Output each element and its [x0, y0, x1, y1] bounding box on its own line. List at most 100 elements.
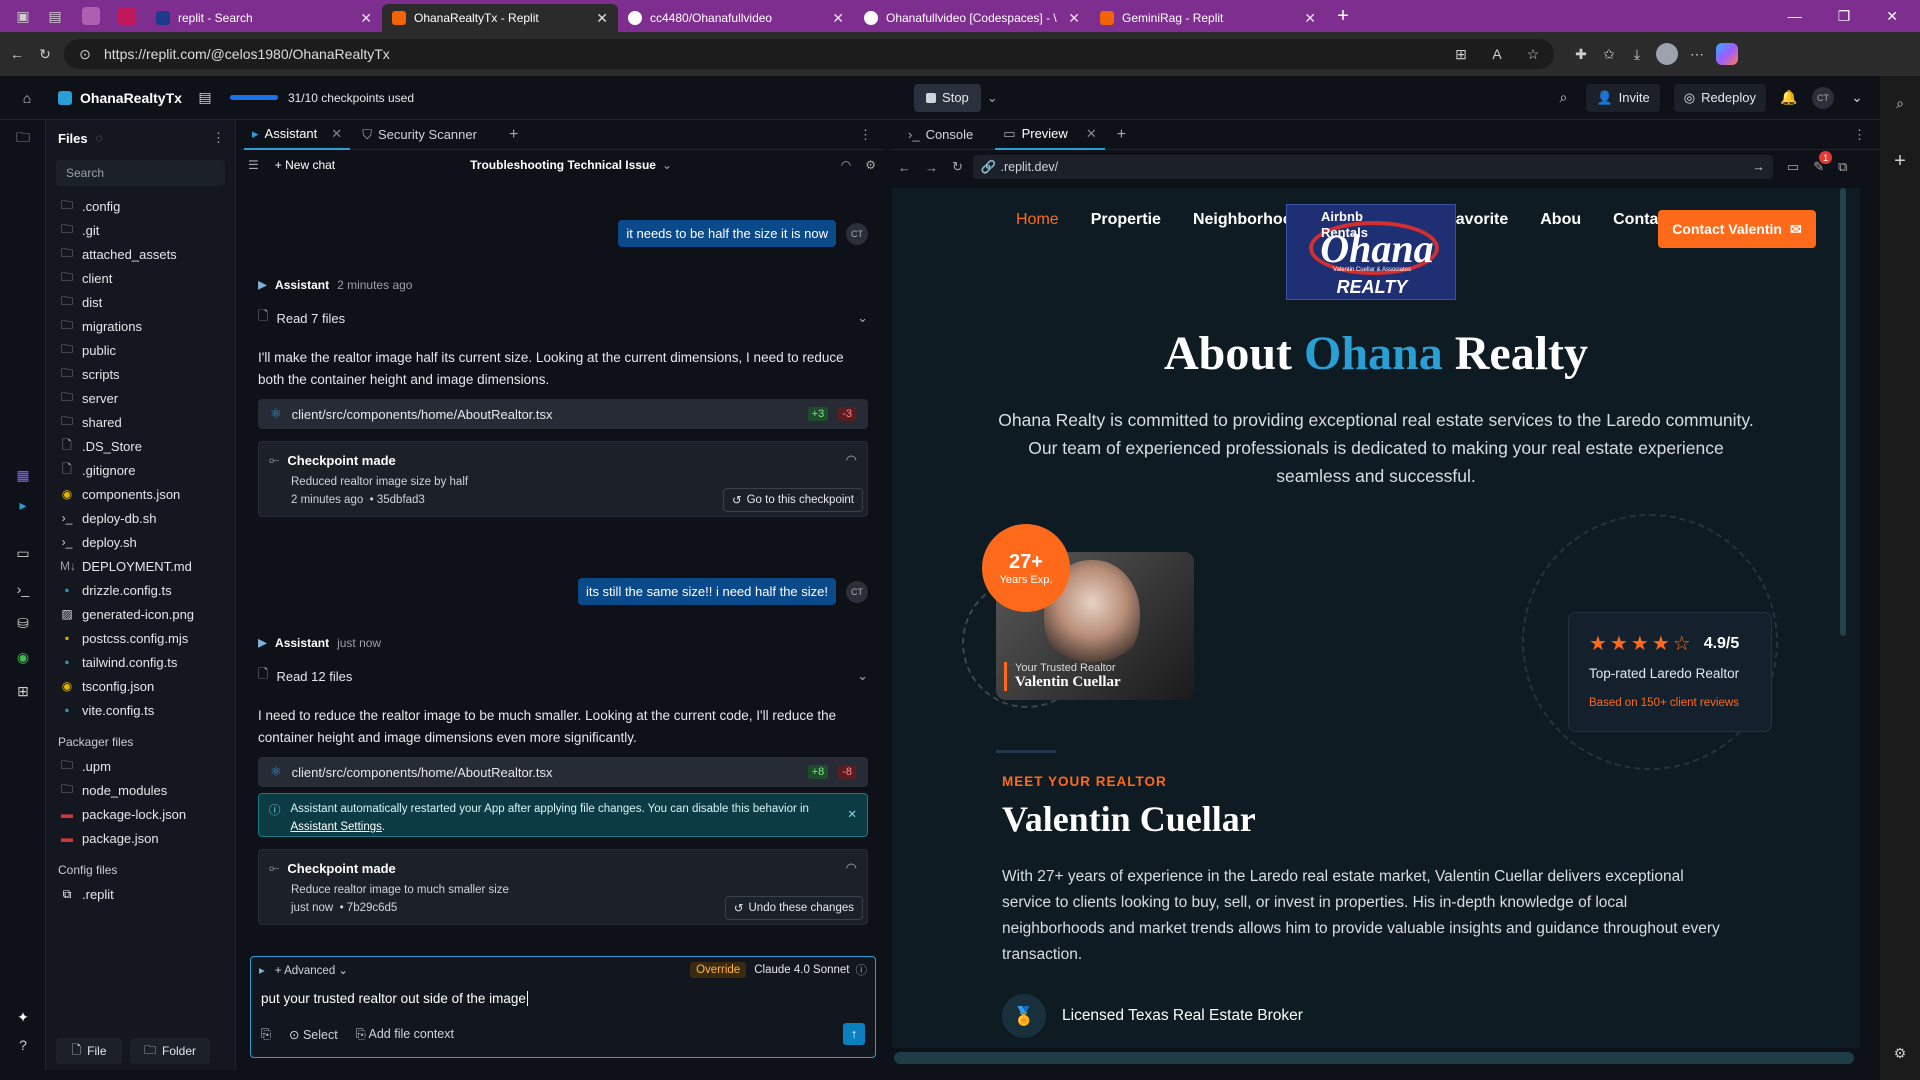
- file-item[interactable]: M↓ DEPLOYMENT.md: [46, 554, 235, 578]
- file-item[interactable]: ›_ deploy.sh: [46, 530, 235, 554]
- folder-item[interactable]: 🗀 client: [46, 266, 235, 290]
- preview-back-icon[interactable]: ←: [898, 160, 911, 175]
- preview-tool-icon[interactable]: ▭: [14, 544, 32, 562]
- all-tools-icon[interactable]: ⊞: [14, 682, 32, 700]
- rollback-icon[interactable]: ◠: [846, 452, 857, 468]
- redeploy-button[interactable]: ◎ Redeploy: [1673, 83, 1766, 112]
- files-tool-icon[interactable]: 🗀: [14, 129, 32, 148]
- assistant-tool-icon[interactable]: ▸: [14, 496, 32, 514]
- home-icon[interactable]: ⌂: [18, 89, 36, 107]
- folder-item[interactable]: 🗀 public: [46, 338, 235, 362]
- file-item[interactable]: 🗋 .gitignore: [46, 458, 235, 482]
- horizontal-scrollbar[interactable]: [894, 1052, 1854, 1064]
- preview-forward-icon[interactable]: →: [925, 160, 938, 175]
- nav-about[interactable]: Abou: [1540, 211, 1581, 229]
- restore-icon[interactable]: ❐: [1838, 8, 1851, 25]
- new-tab-icon[interactable]: +: [1334, 5, 1352, 27]
- contact-valentin-button[interactable]: Contact Valentin ✉: [1658, 210, 1816, 248]
- more-menu-icon[interactable]: ⋯: [1688, 45, 1706, 63]
- close-window-icon[interactable]: ✕: [1886, 8, 1898, 25]
- browser-tab[interactable]: cc4480/Ohanafullvideo ✕: [618, 4, 854, 32]
- prompt-input[interactable]: put your trusted realtor out side of the…: [251, 983, 875, 1019]
- files-search-input[interactable]: Search: [56, 160, 225, 186]
- file-item[interactable]: ▪ drizzle.config.ts: [46, 578, 235, 602]
- folder-item[interactable]: 🗀 .upm: [46, 754, 235, 778]
- invite-button[interactable]: 👤 Invite: [1586, 83, 1660, 112]
- minimize-icon[interactable]: —: [1788, 8, 1802, 25]
- site-logo[interactable]: Airbnb Rentals Ohana Valentin Cuellar & …: [1286, 204, 1456, 300]
- dismiss-notice-icon[interactable]: ✕: [847, 806, 857, 824]
- file-item[interactable]: ▪ vite.config.ts: [46, 698, 235, 722]
- avatar-chevron-icon[interactable]: ⌄: [1848, 89, 1866, 107]
- sidebar-settings-icon[interactable]: ⚙: [1891, 1044, 1909, 1062]
- tab-preview[interactable]: ▭ Preview ✕: [995, 120, 1105, 150]
- devices-icon[interactable]: ▭: [1787, 159, 1799, 175]
- tab-console[interactable]: ›_ Console: [900, 127, 981, 142]
- chat-title-chevron-icon[interactable]: ⌄: [662, 158, 672, 172]
- tab-security-scanner[interactable]: ⛉ Security Scanner: [350, 127, 489, 143]
- read-files-toggle[interactable]: 🗋 Read 12 files ⌄: [258, 665, 868, 687]
- nav-properties[interactable]: Propertie: [1091, 211, 1161, 229]
- close-tab-icon[interactable]: ✕: [596, 10, 608, 27]
- panel-more-icon[interactable]: ⋮: [859, 127, 872, 143]
- app-available-icon[interactable]: ⊞: [1452, 45, 1470, 63]
- assistant-settings-link[interactable]: Assistant Settings: [291, 821, 382, 833]
- close-tab-icon[interactable]: ✕: [1304, 10, 1316, 27]
- preview-url-field[interactable]: 🔗 .replit.dev/ →: [972, 155, 1773, 179]
- site-info-icon[interactable]: ⊙: [76, 45, 94, 63]
- assistant-settings-icon[interactable]: ⚙: [865, 158, 876, 172]
- favorites-icon[interactable]: ✩: [1600, 45, 1618, 63]
- file-item[interactable]: ▬ package-lock.json: [46, 802, 235, 826]
- downloads-icon[interactable]: ⤓: [1628, 45, 1646, 63]
- project-menu-icon[interactable]: ▤: [196, 89, 214, 107]
- changed-file-card[interactable]: ⚛ client/src/components/home/AboutRealto…: [258, 757, 868, 787]
- copilot-icon[interactable]: [1716, 43, 1738, 65]
- browser-tab[interactable]: GeminiRag - Replit ✕: [1090, 4, 1326, 32]
- file-item[interactable]: ▪ tailwind.config.ts: [46, 650, 235, 674]
- read-aloud-icon[interactable]: A: [1488, 45, 1506, 63]
- add-file-context-button[interactable]: ⎘ Add file context: [356, 1027, 454, 1042]
- new-folder-button[interactable]: 🗀 Folder: [130, 1038, 210, 1064]
- rollback-icon[interactable]: ◠: [846, 860, 857, 876]
- file-item[interactable]: ›_ deploy-db.sh: [46, 506, 235, 530]
- back-icon[interactable]: ←: [8, 45, 26, 63]
- close-tab-icon[interactable]: ✕: [360, 10, 372, 27]
- browser-tab-active[interactable]: OhanaRealtyTx - Replit ✕: [382, 4, 618, 32]
- file-item[interactable]: ▨ generated-icon.png: [46, 602, 235, 626]
- add-tab-icon[interactable]: +: [1117, 126, 1126, 144]
- url-field[interactable]: ⊙ https://replit.com/@celos1980/OhanaRea…: [64, 39, 1554, 69]
- sidebar-search-icon[interactable]: ⌕: [1891, 94, 1909, 112]
- chat-history-icon[interactable]: ☰: [248, 158, 259, 172]
- read-files-toggle[interactable]: 🗋 Read 7 files ⌄: [258, 307, 868, 329]
- refresh-icon[interactable]: ↻: [36, 45, 54, 63]
- tab-actions-icon[interactable]: ▤: [46, 7, 64, 25]
- nav-home[interactable]: Home: [1016, 211, 1059, 229]
- database-tool-icon[interactable]: ⛁: [14, 614, 32, 632]
- shell-tool-icon[interactable]: ›_: [14, 580, 32, 598]
- folder-item[interactable]: 🗀 migrations: [46, 314, 235, 338]
- add-tab-icon[interactable]: +: [509, 126, 518, 144]
- send-button[interactable]: ↑: [843, 1023, 865, 1045]
- select-element-button[interactable]: ⊙ Select: [289, 1027, 338, 1042]
- model-selector[interactable]: Claude 4.0 Sonnet: [754, 964, 849, 976]
- project-name[interactable]: OhanaRealtyTx: [80, 90, 182, 106]
- folder-item[interactable]: 🗀 scripts: [46, 362, 235, 386]
- stop-button[interactable]: Stop: [914, 83, 981, 112]
- folder-item[interactable]: 🗀 node_modules: [46, 778, 235, 802]
- browser-tab[interactable]: replit - Search ✕: [146, 4, 382, 32]
- folder-item[interactable]: 🗀 attached_assets: [46, 242, 235, 266]
- changed-file-card[interactable]: ⚛ client/src/components/home/AboutRealto…: [258, 399, 868, 429]
- chat-title[interactable]: Troubleshooting Technical Issue: [470, 158, 656, 172]
- close-tab-icon[interactable]: ✕: [832, 10, 844, 27]
- close-tab-icon[interactable]: ✕: [331, 126, 342, 142]
- file-item[interactable]: ▪ postcss.config.mjs: [46, 626, 235, 650]
- gauge-icon[interactable]: ◠: [841, 158, 851, 172]
- new-file-button[interactable]: 🗋 File: [56, 1038, 122, 1064]
- model-info-icon[interactable]: ⓘ: [856, 962, 868, 978]
- file-item[interactable]: ◉ components.json: [46, 482, 235, 506]
- devtools-icon[interactable]: ✎ 1: [1813, 151, 1833, 175]
- workspaces-icon[interactable]: ▣: [14, 7, 32, 25]
- file-item[interactable]: 🗋 .DS_Store: [46, 434, 235, 458]
- profile-avatar[interactable]: [1656, 43, 1678, 65]
- files-more-icon[interactable]: ⋮: [212, 130, 225, 146]
